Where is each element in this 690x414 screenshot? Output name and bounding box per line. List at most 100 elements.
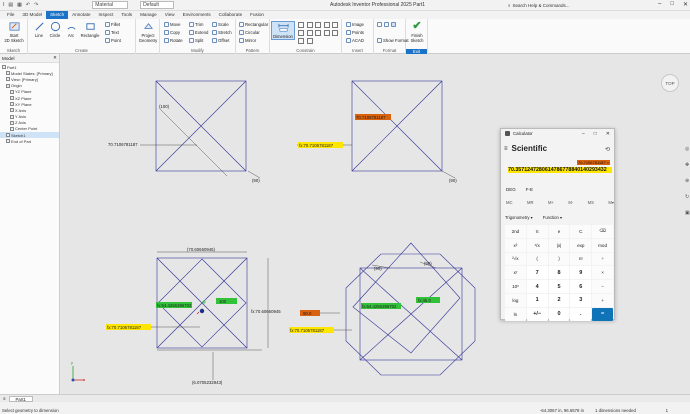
dim-100-paren[interactable]: (100) xyxy=(159,104,170,109)
symmetric-icon[interactable] xyxy=(298,38,304,44)
calc-key-33[interactable]: . xyxy=(570,307,592,321)
calc-key-21[interactable]: 4 xyxy=(526,280,548,293)
close-button[interactable]: ✕ xyxy=(683,1,688,8)
calc-key-10[interactable]: ²√x xyxy=(505,252,526,266)
tab-view[interactable]: View xyxy=(161,11,179,19)
split-button[interactable]: Split xyxy=(189,38,203,43)
rotate-button[interactable]: Rotate xyxy=(164,38,183,43)
calc-key-28[interactable]: 3 xyxy=(570,293,592,307)
app-logo-icon[interactable]: I xyxy=(3,2,4,8)
fillet-button[interactable]: Fillet xyxy=(105,22,120,27)
dim-90-paren-tr[interactable]: (90) xyxy=(449,178,457,183)
zoom-icon[interactable]: ⊕ xyxy=(685,178,690,184)
calc-key-26[interactable]: 1 xyxy=(526,293,548,307)
calc-minimize-button[interactable]: – xyxy=(582,131,585,137)
dim-70-7106-left[interactable]: 70.7106781187 xyxy=(108,142,138,147)
calc-key-1[interactable]: π xyxy=(526,225,548,238)
calc-key-23[interactable]: 6 xyxy=(570,280,592,293)
calc-key-34[interactable]: = xyxy=(592,307,613,321)
calc-key-9[interactable]: mod xyxy=(592,238,613,252)
calc-key-8[interactable]: exp xyxy=(570,238,592,252)
start-2d-sketch-button[interactable]: Start 2D Sketch xyxy=(3,21,25,43)
calc-key-14[interactable]: ÷ xyxy=(592,252,613,266)
rectangle-button[interactable]: Rectangle xyxy=(80,21,100,38)
show-format-button[interactable]: Show Format xyxy=(377,38,409,43)
calc-key-4[interactable]: ⌫ xyxy=(592,225,613,238)
calc-key-15[interactable]: xʸ xyxy=(505,266,526,280)
document-tab-part1[interactable]: Part1 xyxy=(8,395,33,402)
calc-key-25[interactable]: log xyxy=(505,293,526,307)
calc-key-27[interactable]: 2 xyxy=(548,293,570,307)
calc-key-3[interactable]: C xyxy=(570,225,592,238)
deg-button[interactable]: DEG xyxy=(506,187,516,192)
calc-key-0[interactable]: 2nd xyxy=(505,225,526,238)
line-button[interactable]: Line xyxy=(32,21,46,38)
perpendicular-icon[interactable] xyxy=(298,30,304,36)
rectangular-pattern-button[interactable]: Rectangular xyxy=(239,22,268,27)
move-button[interactable]: Move xyxy=(164,22,181,27)
tab-3d-model[interactable]: 3D Model xyxy=(18,11,46,19)
tab-collaborate[interactable]: Collaborate xyxy=(215,11,247,19)
view-cube[interactable]: TOP xyxy=(661,74,679,92)
calc-key-17[interactable]: 8 xyxy=(548,266,570,280)
dim-fx-64-4256-bl[interactable]: fx:64.4256396702 xyxy=(157,303,192,308)
browser-close-icon[interactable]: ✕ xyxy=(53,55,57,61)
arc-button[interactable]: Arc xyxy=(64,21,78,38)
browser-item-end-of-part[interactable]: End of Part xyxy=(0,138,59,144)
calc-maximize-button[interactable]: □ xyxy=(594,131,597,137)
fe-button[interactable]: F-E xyxy=(526,187,533,192)
tab-annotate[interactable]: Annotate xyxy=(68,11,94,19)
tangent-icon[interactable] xyxy=(323,30,330,36)
tab-inspect[interactable]: Inspect xyxy=(95,11,118,19)
memory-button-2[interactable]: M+ xyxy=(548,200,554,205)
calc-key-31[interactable]: +/− xyxy=(526,307,548,321)
appearance-select[interactable]: Default xyxy=(140,1,174,9)
memory-button-5[interactable]: M▾ xyxy=(608,200,614,205)
memory-button-3[interactable]: M- xyxy=(568,200,573,205)
dimension-button[interactable]: Dimension xyxy=(271,21,295,40)
hamburger-menu-icon[interactable]: ≡ xyxy=(504,146,508,152)
calc-key-24[interactable]: − xyxy=(592,280,613,293)
calc-close-button[interactable]: ✕ xyxy=(606,131,610,137)
calc-key-20[interactable]: 10ˣ xyxy=(505,280,526,293)
pan-icon[interactable]: ✥ xyxy=(685,162,690,168)
construction-icon[interactable] xyxy=(377,22,382,27)
dim-fx-70-7106-bl[interactable]: fx:70.7106781187 xyxy=(107,325,142,330)
mirror-button[interactable]: Mirror xyxy=(239,38,256,43)
memory-button-0[interactable]: MC xyxy=(506,200,513,205)
dim-90-paren-tl[interactable]: (90) xyxy=(252,178,260,183)
undo-icon[interactable]: ↶ xyxy=(26,2,30,8)
save-icon[interactable]: ▦ xyxy=(17,2,22,8)
dim-90-orange[interactable]: 90.0 xyxy=(303,311,312,316)
file-icon[interactable]: ▤ xyxy=(8,2,13,8)
centerline-icon[interactable] xyxy=(384,22,389,27)
points-button[interactable]: Points xyxy=(346,30,364,35)
coincident-icon[interactable] xyxy=(298,22,304,28)
memory-button-4[interactable]: MS xyxy=(588,200,594,205)
trigonometry-dropdown[interactable]: Trigonometry ▾ xyxy=(505,215,533,220)
calc-key-11[interactable]: ( xyxy=(526,252,548,266)
dim-70-60660945-paren[interactable]: (70.60660945) xyxy=(187,247,216,252)
calc-key-13[interactable]: n! xyxy=(570,252,592,266)
tab-fusion[interactable]: Fusion xyxy=(246,11,268,19)
stretch-button[interactable]: Stretch xyxy=(212,30,232,35)
offset-button[interactable]: Offset xyxy=(212,38,229,43)
minimize-button[interactable]: – xyxy=(658,1,661,8)
horizontal-icon[interactable] xyxy=(306,30,313,36)
smooth-icon[interactable] xyxy=(332,30,339,36)
function-dropdown[interactable]: Function ▾ xyxy=(543,215,562,220)
memory-button-1[interactable]: MR xyxy=(527,200,534,205)
image-button[interactable]: Image xyxy=(346,22,364,27)
full-navigation-wheel-icon[interactable]: ◎ xyxy=(685,146,690,152)
project-geometry-button[interactable]: Project Geometry xyxy=(137,21,159,43)
help-search-input[interactable]: ⌕ Search Help & Commands... xyxy=(508,2,584,9)
orbit-icon[interactable]: ↻ xyxy=(685,194,690,200)
calc-key-19[interactable]: × xyxy=(592,266,613,280)
redo-icon[interactable]: ↷ xyxy=(34,2,38,8)
history-icon[interactable]: ⟲ xyxy=(605,146,610,153)
dim-fx-64-4256-br[interactable]: fx:64.4256396702 xyxy=(362,304,397,309)
copy-button[interactable]: Copy xyxy=(164,30,180,35)
calc-key-18[interactable]: 9 xyxy=(570,266,592,280)
dim-90-paren-br-2[interactable]: (90) xyxy=(424,261,432,266)
dim-fx-70-7106-tr[interactable]: fx:70.7106781187 xyxy=(299,143,334,148)
